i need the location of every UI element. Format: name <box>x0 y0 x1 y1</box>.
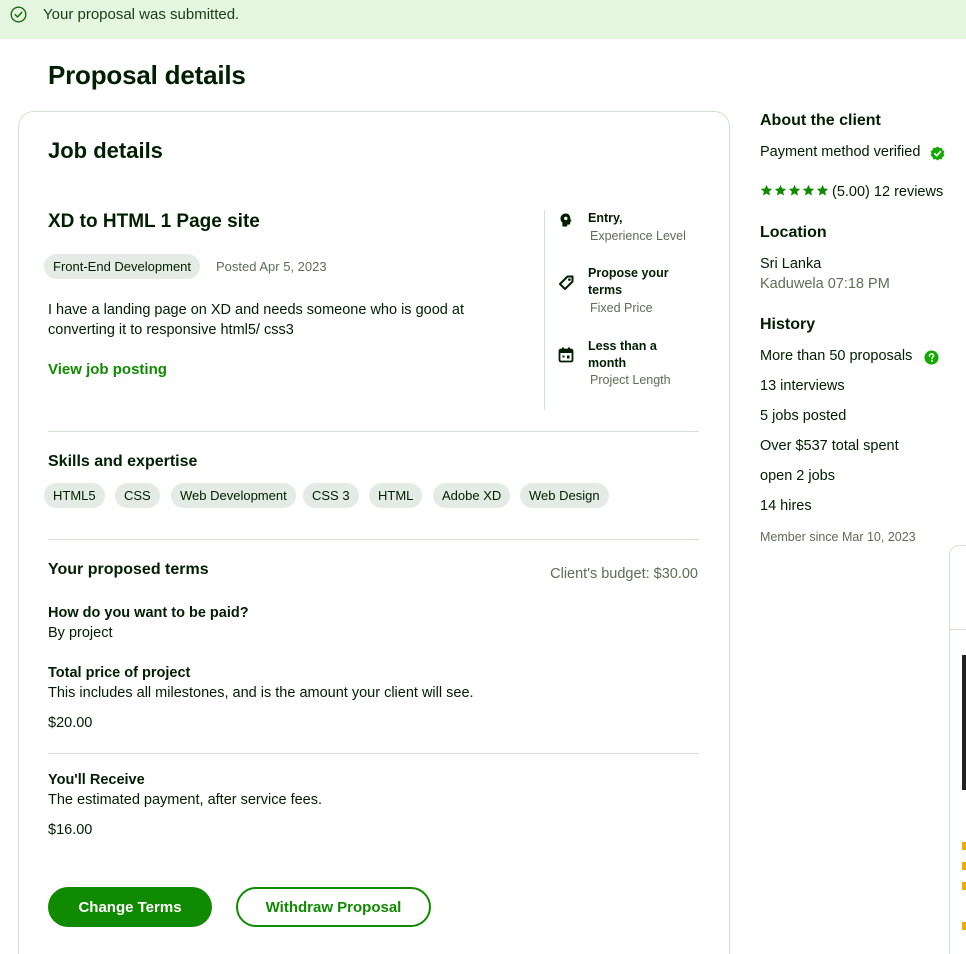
category-badge[interactable]: Front-End Development <box>44 254 201 279</box>
divider <box>48 753 699 754</box>
popup-marker <box>962 842 966 850</box>
star-icon <box>788 184 801 196</box>
client-budget: Client's budget: $30.00 <box>550 566 698 582</box>
payment-type-value: Propose your terms <box>588 266 669 297</box>
about-client-heading: About the client <box>760 112 881 129</box>
job-details-heading: Job details <box>48 138 163 163</box>
total-price-label: Total price of project <box>48 665 191 681</box>
payment-method-answer: By project <box>48 625 113 641</box>
popup-divider <box>949 629 966 630</box>
banner-message: Your proposal was submitted. <box>43 6 240 23</box>
project-length-label: Project Length <box>590 373 671 387</box>
total-spent: Over $537 total spent <box>760 438 899 454</box>
change-terms-button[interactable]: Change Terms <box>48 887 212 927</box>
hires-count: 14 hires <box>760 498 812 514</box>
proposals-count: More than 50 proposals <box>760 348 913 364</box>
skill-tag[interactable]: HTML <box>369 483 423 508</box>
client-city-time: Kaduwela 07:18 PM <box>760 276 890 292</box>
calendar-icon <box>558 347 574 363</box>
page-title: Proposal details <box>48 60 246 90</box>
jobs-posted-count: 5 jobs posted <box>760 408 847 424</box>
attributes-divider <box>544 210 545 410</box>
receive-description: The estimated payment, after service fee… <box>48 792 323 808</box>
member-since: Member since Mar 10, 2023 <box>760 530 916 544</box>
divider <box>48 431 699 432</box>
price-tag-icon <box>559 275 574 290</box>
receive-value: $16.00 <box>48 822 93 838</box>
receive-label: You'll Receive <box>48 772 145 788</box>
popup-marker <box>962 922 966 930</box>
help-icon[interactable] <box>924 350 939 365</box>
job-description: I have a landing page on XD and needs so… <box>48 302 464 338</box>
history-heading: History <box>760 316 816 333</box>
popup-image <box>962 655 966 790</box>
star-icon <box>774 184 787 196</box>
experience-level-label: Experience Level <box>590 229 686 243</box>
location-heading: Location <box>760 224 827 241</box>
verified-badge-icon <box>930 146 945 161</box>
skill-tag[interactable]: Web Design <box>520 483 609 508</box>
posted-date: Posted Apr 5, 2023 <box>216 259 327 274</box>
withdraw-proposal-button[interactable]: Withdraw Proposal <box>236 887 431 927</box>
skills-heading: Skills and expertise <box>48 453 198 470</box>
star-icon <box>816 184 829 196</box>
success-banner: Your proposal was submitted. <box>0 0 966 39</box>
payment-method-question: How do you want to be paid? <box>48 605 249 621</box>
skill-tag[interactable]: Adobe XD <box>433 483 511 508</box>
skill-tag[interactable]: HTML5 <box>44 483 105 508</box>
proposed-terms-heading: Your proposed terms <box>48 561 209 578</box>
popup-marker <box>962 882 966 890</box>
payment-type-label: Fixed Price <box>590 301 653 315</box>
star-icon <box>802 184 815 196</box>
skill-tag[interactable]: Web Development <box>171 483 296 508</box>
payment-verified-text: Payment method verified <box>760 144 921 160</box>
popup-marker <box>962 862 966 870</box>
view-job-posting-link[interactable]: View job posting <box>48 361 167 378</box>
star-icon <box>760 184 773 196</box>
skill-tag[interactable]: CSS 3 <box>303 483 359 508</box>
divider <box>48 539 699 540</box>
experience-level-value: Entry, <box>588 211 623 225</box>
project-length-value: Less than a month <box>588 339 657 370</box>
check-circle-icon <box>10 6 27 23</box>
rating-text: (5.00) 12 reviews <box>832 184 944 200</box>
brain-icon <box>560 213 572 227</box>
total-price-description: This includes all milestones, and is the… <box>48 685 474 701</box>
open-jobs: open 2 jobs <box>760 468 835 484</box>
client-country: Sri Lanka <box>760 256 822 272</box>
total-price-value: $20.00 <box>48 715 93 731</box>
interviews-count: 13 interviews <box>760 378 845 394</box>
skill-tag[interactable]: CSS <box>115 483 160 508</box>
job-title: XD to HTML 1 Page site <box>48 211 260 232</box>
rating-stars <box>760 184 829 197</box>
